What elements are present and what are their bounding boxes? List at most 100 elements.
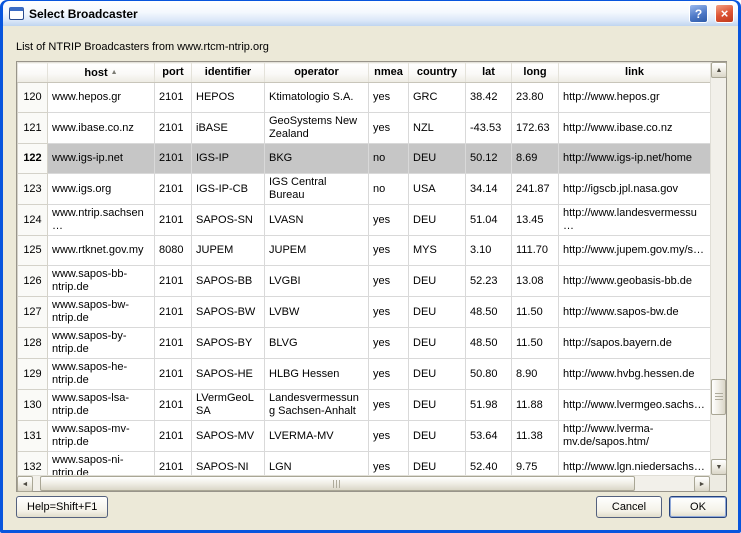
cell-nmea[interactable]: yes — [369, 452, 409, 476]
cell-identifier[interactable]: IGS-IP-CB — [192, 174, 265, 205]
row-header[interactable]: 125 — [18, 236, 48, 266]
vertical-scrollbar[interactable]: ▲ ▼ — [710, 62, 726, 475]
cell-link[interactable]: http://www.lvermgeo.sachs… — [559, 390, 711, 421]
cell-lat[interactable]: 48.50 — [466, 328, 512, 359]
table-row[interactable]: 126www.sapos-bb-ntrip.de2101SAPOS-BBLVGB… — [18, 266, 711, 297]
cell-identifier[interactable]: SAPOS-BY — [192, 328, 265, 359]
column-header-lat[interactable]: lat — [466, 63, 512, 83]
cell-host[interactable]: www.sapos-ni-ntrip.de — [48, 452, 155, 476]
cell-country[interactable]: DEU — [409, 328, 466, 359]
cell-port[interactable]: 2101 — [155, 174, 192, 205]
cell-identifier[interactable]: SAPOS-NI — [192, 452, 265, 476]
cell-link[interactable]: http://www.hepos.gr — [559, 83, 711, 113]
cell-host[interactable]: www.sapos-mv-ntrip.de — [48, 421, 155, 452]
cell-long[interactable]: 8.69 — [512, 144, 559, 174]
cell-nmea[interactable]: yes — [369, 83, 409, 113]
column-header-nmea[interactable]: nmea — [369, 63, 409, 83]
cell-link[interactable]: http://www.lverma-mv.de/sapos.htm/ — [559, 421, 711, 452]
column-header-port[interactable]: port — [155, 63, 192, 83]
cell-host[interactable]: www.sapos-bw-ntrip.de — [48, 297, 155, 328]
cell-country[interactable]: MYS — [409, 236, 466, 266]
cell-country[interactable]: DEU — [409, 359, 466, 390]
cell-link[interactable]: http://www.ibase.co.nz — [559, 113, 711, 144]
cell-country[interactable]: GRC — [409, 83, 466, 113]
cell-long[interactable]: 11.38 — [512, 421, 559, 452]
cell-long[interactable]: 11.50 — [512, 328, 559, 359]
row-header[interactable]: 129 — [18, 359, 48, 390]
cell-link[interactable]: http://www.landesvermessu… — [559, 205, 711, 236]
horizontal-scrollbar[interactable]: ◄ ► — [17, 475, 710, 491]
cell-operator[interactable]: LVASN — [265, 205, 369, 236]
cell-link[interactable]: http://www.hvbg.hessen.de — [559, 359, 711, 390]
cell-long[interactable]: 11.88 — [512, 390, 559, 421]
cell-port[interactable]: 2101 — [155, 144, 192, 174]
cell-link[interactable]: http://www.sapos-bw.de — [559, 297, 711, 328]
cell-identifier[interactable]: SAPOS-BB — [192, 266, 265, 297]
cell-operator[interactable]: BKG — [265, 144, 369, 174]
cell-long[interactable]: 111.70 — [512, 236, 559, 266]
cell-long[interactable]: 13.45 — [512, 205, 559, 236]
cell-port[interactable]: 2101 — [155, 266, 192, 297]
cell-host[interactable]: www.sapos-he-ntrip.de — [48, 359, 155, 390]
cell-country[interactable]: DEU — [409, 452, 466, 476]
cell-host[interactable]: www.rtknet.gov.my — [48, 236, 155, 266]
column-header-rownum[interactable] — [18, 63, 48, 83]
cell-identifier[interactable]: SAPOS-SN — [192, 205, 265, 236]
cell-country[interactable]: DEU — [409, 144, 466, 174]
table-row[interactable]: 127www.sapos-bw-ntrip.de2101SAPOS-BWLVBW… — [18, 297, 711, 328]
cell-host[interactable]: www.sapos-bb-ntrip.de — [48, 266, 155, 297]
cell-host[interactable]: www.igs.org — [48, 174, 155, 205]
column-header-identifier[interactable]: identifier — [192, 63, 265, 83]
cell-nmea[interactable]: yes — [369, 359, 409, 390]
cell-identifier[interactable]: SAPOS-HE — [192, 359, 265, 390]
table-row[interactable]: 125www.rtknet.gov.my8080JUPEMJUPEMyesMYS… — [18, 236, 711, 266]
table-row[interactable]: 132www.sapos-ni-ntrip.de2101SAPOS-NILGNy… — [18, 452, 711, 476]
cell-port[interactable]: 2101 — [155, 328, 192, 359]
cell-nmea[interactable]: yes — [369, 297, 409, 328]
cell-port[interactable]: 2101 — [155, 359, 192, 390]
row-header[interactable]: 122 — [18, 144, 48, 174]
row-header[interactable]: 121 — [18, 113, 48, 144]
cell-port[interactable]: 2101 — [155, 113, 192, 144]
cell-operator[interactable]: GeoSystems New Zealand — [265, 113, 369, 144]
titlebar-close-button[interactable]: × — [715, 4, 734, 23]
cell-lat[interactable]: 50.80 — [466, 359, 512, 390]
cell-port[interactable]: 8080 — [155, 236, 192, 266]
cell-link[interactable]: http://www.geobasis-bb.de — [559, 266, 711, 297]
cell-nmea[interactable]: yes — [369, 205, 409, 236]
vertical-scrollbar-track[interactable] — [711, 78, 726, 459]
cell-lat[interactable]: 34.14 — [466, 174, 512, 205]
cell-nmea[interactable]: yes — [369, 328, 409, 359]
titlebar-help-button[interactable]: ? — [689, 4, 708, 23]
cell-link[interactable]: http://igscb.jpl.nasa.gov — [559, 174, 711, 205]
table-row[interactable]: 130www.sapos-lsa-ntrip.de2101LVermGeoLSA… — [18, 390, 711, 421]
row-header[interactable]: 128 — [18, 328, 48, 359]
cell-identifier[interactable]: JUPEM — [192, 236, 265, 266]
cell-country[interactable]: DEU — [409, 297, 466, 328]
row-header[interactable]: 124 — [18, 205, 48, 236]
cell-operator[interactable]: IGS Central Bureau — [265, 174, 369, 205]
horizontal-scrollbar-thumb[interactable] — [40, 476, 635, 491]
cell-long[interactable]: 8.90 — [512, 359, 559, 390]
cell-nmea[interactable]: yes — [369, 390, 409, 421]
cell-host[interactable]: www.ibase.co.nz — [48, 113, 155, 144]
cell-operator[interactable]: LVGBI — [265, 266, 369, 297]
cell-lat[interactable]: 52.40 — [466, 452, 512, 476]
column-header-link[interactable]: link — [559, 63, 711, 83]
cell-long[interactable]: 241.87 — [512, 174, 559, 205]
cell-port[interactable]: 2101 — [155, 421, 192, 452]
cell-operator[interactable]: BLVG — [265, 328, 369, 359]
cell-port[interactable]: 2101 — [155, 83, 192, 113]
cell-operator[interactable]: LGN — [265, 452, 369, 476]
cell-host[interactable]: www.igs-ip.net — [48, 144, 155, 174]
cell-long[interactable]: 11.50 — [512, 297, 559, 328]
scroll-down-button[interactable]: ▼ — [711, 459, 727, 475]
cell-identifier[interactable]: iBASE — [192, 113, 265, 144]
cell-link[interactable]: http://www.jupem.gov.my/s… — [559, 236, 711, 266]
table-row[interactable]: 124www.ntrip.sachsen…2101SAPOS-SNLVASNye… — [18, 205, 711, 236]
table-row[interactable]: 123www.igs.org2101IGS-IP-CBIGS Central B… — [18, 174, 711, 205]
cell-operator[interactable]: LVERMA-MV — [265, 421, 369, 452]
row-header[interactable]: 130 — [18, 390, 48, 421]
cell-nmea[interactable]: no — [369, 144, 409, 174]
cell-link[interactable]: http://www.lgn.niedersachs… — [559, 452, 711, 476]
